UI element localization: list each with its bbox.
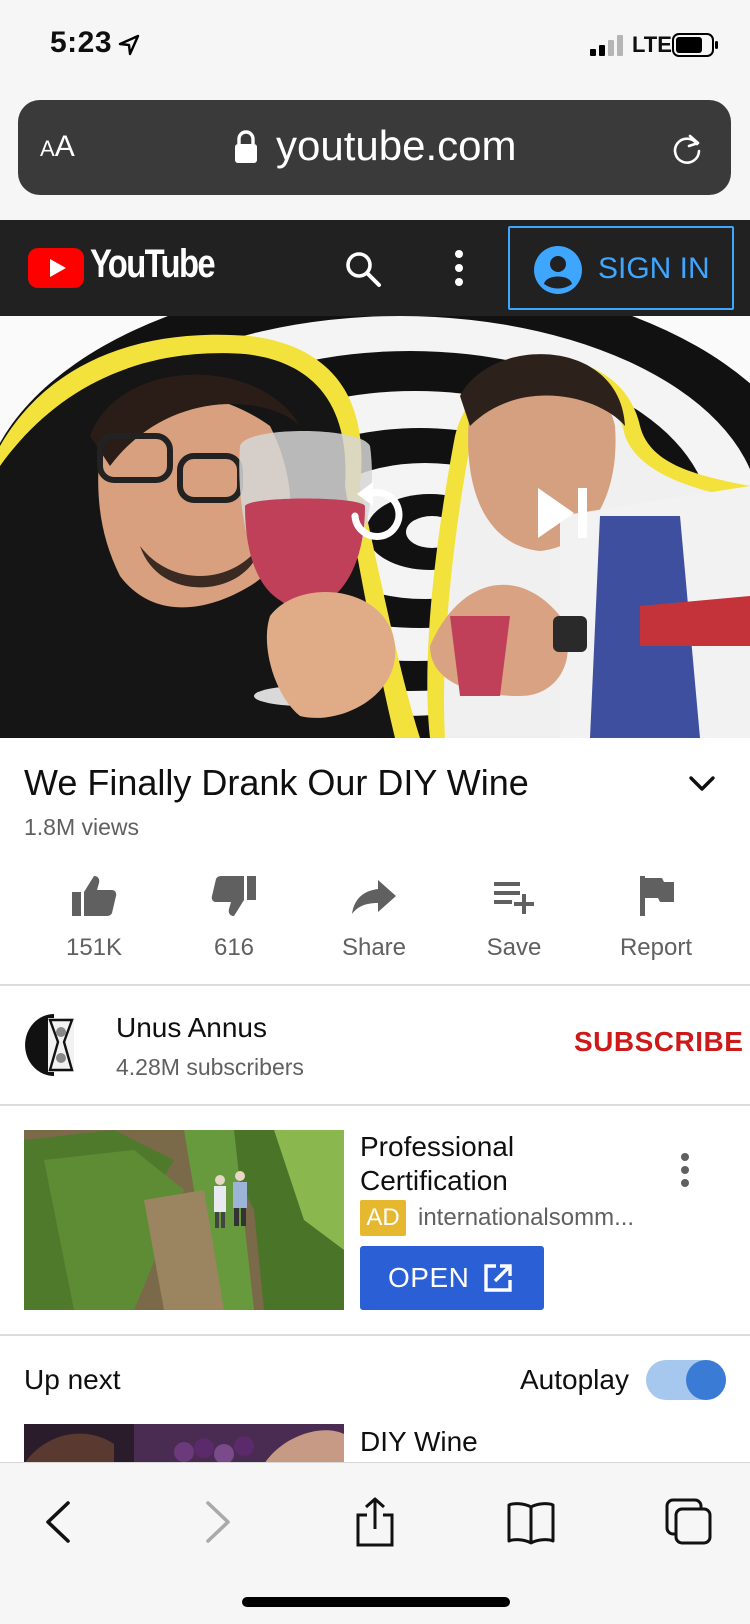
share-sheet-icon[interactable]	[350, 1497, 400, 1547]
more-options-icon[interactable]	[452, 248, 466, 288]
video-actions: 151K 616 Share Save Report	[0, 866, 750, 986]
autoplay-toggle[interactable]	[646, 1360, 726, 1400]
youtube-logo-icon[interactable]	[28, 248, 84, 288]
divider	[0, 1104, 750, 1106]
sign-in-button[interactable]: SIGN IN	[508, 226, 734, 310]
cell-signal-icon	[590, 35, 623, 56]
thumbs-up-icon	[72, 876, 117, 916]
view-count: 1.8M views	[24, 814, 140, 840]
up-next-heading: Up next	[24, 1364, 121, 1395]
divider	[0, 984, 750, 986]
ad-title[interactable]: Professional Certification	[360, 1130, 640, 1198]
open-label: OPEN	[388, 1262, 470, 1293]
replay-icon[interactable]	[335, 476, 415, 556]
chevron-down-icon[interactable]	[688, 774, 716, 794]
report-button[interactable]: Report	[586, 866, 726, 962]
location-arrow-icon	[118, 34, 140, 56]
lock-icon	[235, 130, 257, 163]
subscriber-count: 4.28M subscribers	[116, 1054, 304, 1080]
video-title: We Finally Drank Our DIY Wine	[24, 762, 529, 803]
youtube-wordmark[interactable]: YouTube	[90, 242, 216, 287]
share-icon	[352, 880, 396, 914]
share-label: Share	[341, 934, 407, 961]
vineyard-image	[24, 1130, 344, 1310]
flag-icon	[640, 876, 674, 916]
youtube-header: YouTube SIGN IN	[0, 220, 750, 316]
address-bar[interactable]: AA youtube.com	[18, 100, 731, 195]
ad-domain: internationalsomm...	[418, 1204, 635, 1231]
report-label: Report	[619, 934, 693, 961]
external-link-icon	[484, 1264, 512, 1292]
battery-icon	[672, 33, 718, 57]
save-button[interactable]: Save	[444, 866, 584, 962]
autoplay-label: Autoplay	[520, 1364, 629, 1395]
ad-badge: AD	[360, 1200, 406, 1236]
search-icon[interactable]	[344, 250, 382, 288]
more-options-icon[interactable]	[678, 1152, 692, 1188]
toggle-knob	[686, 1360, 726, 1400]
open-ad-button[interactable]: OPEN	[360, 1246, 544, 1310]
like-button[interactable]: 151K	[24, 866, 164, 962]
channel-avatar[interactable]	[24, 1012, 78, 1078]
up-next-thumbnail[interactable]	[24, 1424, 344, 1464]
reload-icon[interactable]	[670, 132, 704, 166]
playlist-add-icon	[494, 882, 534, 914]
status-time: 5:23	[50, 26, 113, 59]
channel-name[interactable]: Unus Annus	[116, 1012, 267, 1044]
url-text[interactable]: youtube.com	[276, 122, 516, 170]
next-video-image	[24, 1424, 344, 1464]
thumbs-down-icon	[211, 876, 256, 916]
status-bar: 5:23 LTE	[0, 0, 750, 92]
browser-toolbar	[0, 1462, 750, 1624]
dislike-count: 616	[213, 934, 255, 961]
sign-in-label: SIGN IN	[598, 252, 710, 285]
tabs-icon[interactable]	[664, 1497, 714, 1547]
like-count: 151K	[65, 934, 123, 961]
bookmarks-icon[interactable]	[506, 1497, 556, 1547]
divider	[0, 1334, 750, 1336]
account-icon	[534, 246, 582, 294]
share-button[interactable]: Share	[304, 866, 444, 962]
dislike-button[interactable]: 616	[164, 866, 304, 962]
up-next-title[interactable]: DIY Wine	[360, 1426, 478, 1458]
ad-thumbnail[interactable]	[24, 1130, 344, 1310]
home-indicator	[242, 1597, 510, 1607]
video-player[interactable]	[0, 316, 750, 738]
text-size-button[interactable]: AA	[40, 130, 75, 164]
back-icon[interactable]	[34, 1497, 84, 1547]
browser-chrome: AA youtube.com	[0, 92, 750, 220]
subscribe-button[interactable]: SUBSCRIBE	[574, 1026, 743, 1058]
network-type: LTE	[632, 32, 672, 57]
save-label: Save	[486, 934, 542, 961]
forward-icon[interactable]	[192, 1497, 242, 1547]
skip-next-icon[interactable]	[530, 478, 600, 548]
